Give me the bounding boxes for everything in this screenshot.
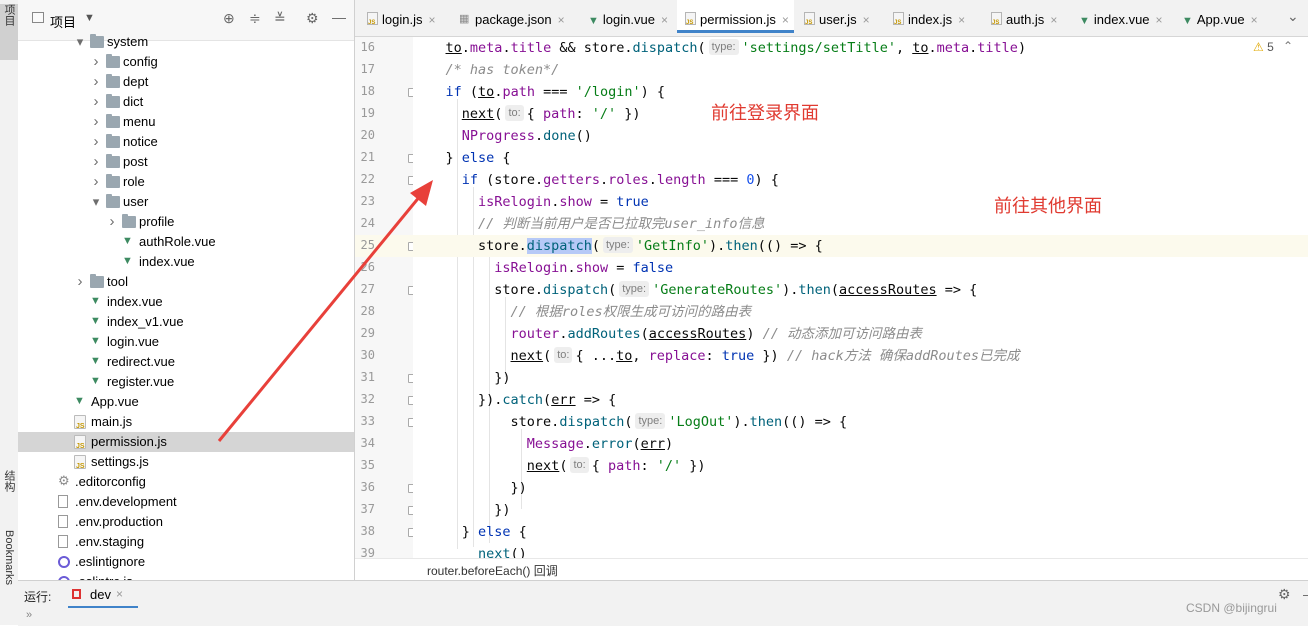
breadcrumb: router.beforeEach() 回调 [355, 558, 1308, 581]
run-settings-gear-icon[interactable]: ⚙ [1278, 586, 1291, 603]
run-tab-dev[interactable]: dev × [68, 584, 138, 608]
run-expand-icon[interactable]: » [26, 609, 32, 621]
watermark: CSDN @bijingrui [1186, 601, 1277, 615]
run-config-icon [72, 589, 81, 599]
arrow-shaft [217, 189, 427, 442]
breadcrumb-text[interactable]: router.beforeEach() 回调 [427, 562, 558, 579]
run-label: 运行: [24, 590, 52, 604]
close-icon[interactable]: × [116, 587, 123, 601]
run-minimize-icon[interactable]: — [1303, 586, 1308, 602]
run-tool-window: 运行: dev × ⚙ — » CSDN @bijingrui [18, 580, 1308, 626]
run-tab-label: dev [90, 587, 111, 602]
annotation-arrow [217, 180, 433, 442]
